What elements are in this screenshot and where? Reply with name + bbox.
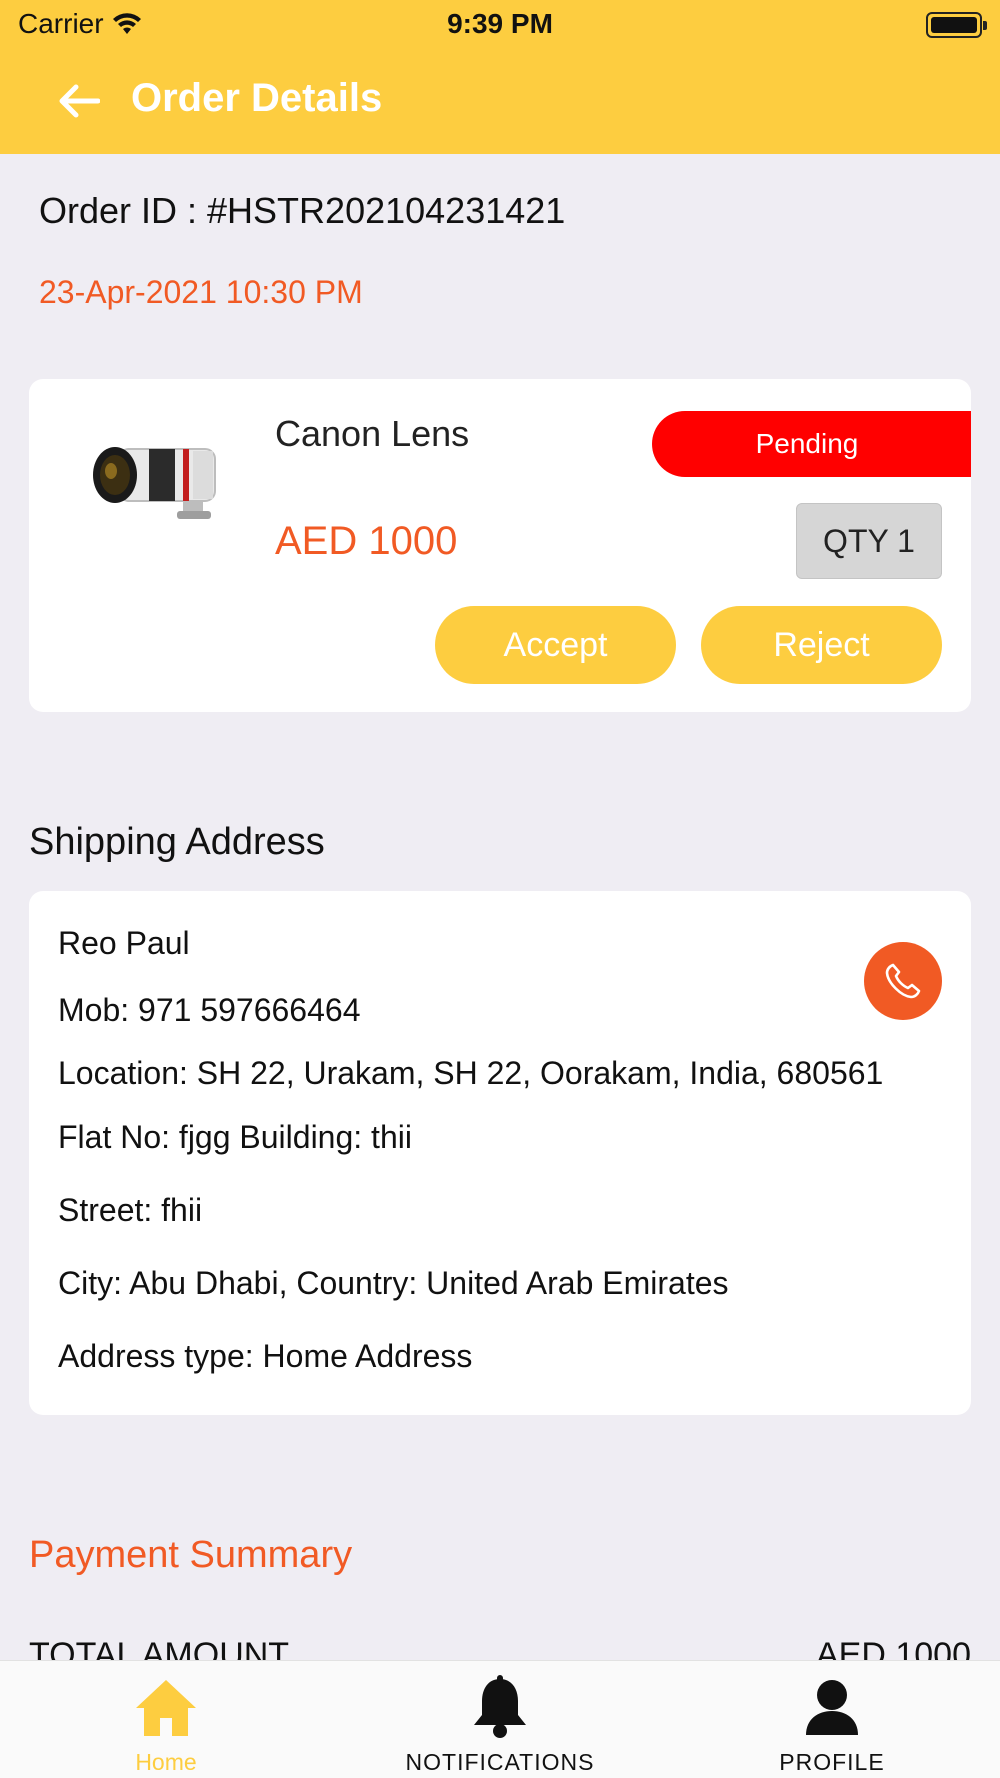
user-icon xyxy=(806,1680,858,1735)
product-price: AED 1000 xyxy=(275,519,458,563)
home-icon xyxy=(136,1680,196,1736)
customer-name: Reo Paul xyxy=(58,925,190,961)
address-street: Street: fhii xyxy=(58,1192,203,1228)
status-badge: Pending xyxy=(652,411,971,477)
address-location: Location: SH 22, Urakam, SH 22, Oorakam,… xyxy=(58,1055,884,1091)
call-button[interactable] xyxy=(864,942,942,1020)
bell-icon xyxy=(474,1675,526,1738)
address-city: City: Abu Dhabi, Country: United Arab Em… xyxy=(58,1265,729,1301)
payment-summary-title: Payment Summary xyxy=(29,1534,353,1576)
battery-icon xyxy=(926,12,987,38)
tab-notifications[interactable]: NOTIFICATIONS xyxy=(380,1661,620,1778)
reject-button[interactable]: Reject xyxy=(701,606,942,684)
address-flat: Flat No: fjgg Building: thii xyxy=(58,1119,412,1155)
customer-mobile: Mob: 971 597666464 xyxy=(58,992,361,1028)
tab-notifications-label: NOTIFICATIONS xyxy=(405,1749,595,1775)
camera-lens-image xyxy=(85,435,229,525)
accept-button[interactable]: Accept xyxy=(435,606,676,684)
order-date: 23-Apr-2021 10:30 PM xyxy=(39,274,363,310)
shipping-address-title: Shipping Address xyxy=(29,821,325,863)
back-button[interactable] xyxy=(56,78,102,124)
tab-profile[interactable]: PROFILE xyxy=(752,1661,912,1778)
arrow-left-icon xyxy=(59,84,100,118)
product-card: Canon Lens AED 1000 Pending QTY 1 Accept… xyxy=(29,379,971,712)
shipping-address-card: Reo Paul Mob: 971 597666464 Location: SH… xyxy=(29,891,971,1415)
phone-icon xyxy=(885,963,921,999)
order-id: Order ID : #HSTR202104231421 xyxy=(39,190,566,231)
tab-profile-label: PROFILE xyxy=(779,1749,885,1775)
quantity-badge: QTY 1 xyxy=(796,503,942,579)
product-name: Canon Lens xyxy=(275,413,470,454)
address-type: Address type: Home Address xyxy=(58,1338,473,1374)
app-header: Carrier 9:39 PM Order Details xyxy=(0,0,1000,154)
page-title: Order Details xyxy=(131,76,383,120)
status-time: 9:39 PM xyxy=(447,8,553,39)
tab-home[interactable]: Home xyxy=(96,1661,236,1778)
bottom-tab-bar: Home NOTIFICATIONS PROFILE xyxy=(0,1660,1000,1778)
tab-home-label: Home xyxy=(135,1749,197,1775)
